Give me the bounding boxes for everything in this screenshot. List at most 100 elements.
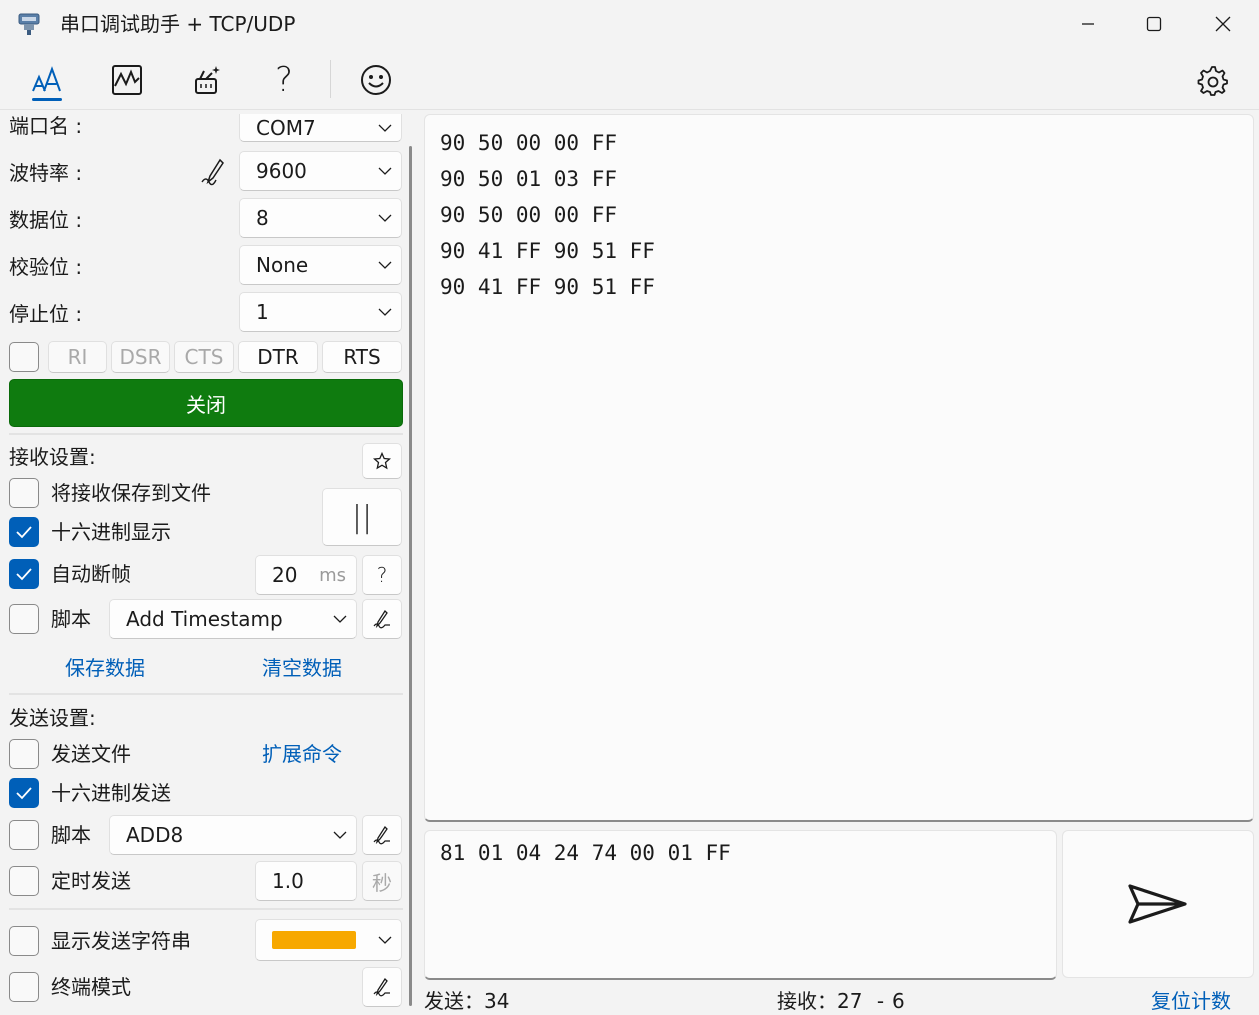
timed-interval-value: 1.0 xyxy=(272,869,304,893)
serial-port-app-icon xyxy=(18,12,40,36)
help-icon: ? xyxy=(376,563,388,587)
help-icon: ? xyxy=(274,60,294,100)
section-divider xyxy=(9,693,403,695)
signal-ri: RI xyxy=(48,341,107,373)
signal-dtr-button[interactable]: DTR xyxy=(238,341,318,373)
receive-log[interactable]: 90 50 00 00 FF 90 50 01 03 FF 90 50 00 0… xyxy=(424,114,1254,822)
save-to-file-checkbox[interactable] xyxy=(9,478,39,508)
window-title: 串口调试助手 + TCP/UDP xyxy=(60,12,296,36)
gear-icon xyxy=(1197,66,1228,96)
waveform-button[interactable] xyxy=(105,58,149,102)
help-button[interactable]: ? xyxy=(262,58,306,102)
frame-interval-input[interactable]: 20 ms xyxy=(255,555,357,595)
color-swatch xyxy=(272,931,356,949)
toolbar-separator xyxy=(330,60,331,98)
settings-button[interactable] xyxy=(1190,58,1234,102)
frame-help-button[interactable]: ? xyxy=(362,555,402,595)
minimize-icon xyxy=(1082,23,1094,25)
log-line: 90 50 00 00 FF xyxy=(440,203,618,227)
checkmark-icon xyxy=(16,568,32,581)
send-script-checkbox[interactable] xyxy=(9,820,39,850)
signal-checkbox[interactable] xyxy=(9,342,39,372)
save-to-file-label: 将接收保存到文件 xyxy=(51,481,211,505)
hex-send-label: 十六进制发送 xyxy=(51,781,171,805)
close-icon xyxy=(1215,16,1231,32)
stopbits-select[interactable]: 1 xyxy=(239,292,402,332)
frame-interval-unit: ms xyxy=(319,564,346,586)
signal-dsr: DSR xyxy=(111,341,170,373)
sent-value: 34 xyxy=(484,989,510,1013)
close-window-button[interactable] xyxy=(1200,0,1246,48)
feedback-button[interactable] xyxy=(354,58,398,102)
recv-frames: 6 xyxy=(892,989,905,1013)
pause-button[interactable]: || xyxy=(322,488,402,546)
hex-display-checkbox[interactable] xyxy=(9,517,39,547)
send-script-label: 脚本 xyxy=(51,823,91,847)
send-file-label: 发送文件 xyxy=(51,742,131,766)
port-select[interactable]: COM7 xyxy=(239,114,402,142)
maximize-icon xyxy=(1146,16,1162,32)
frame-interval-value: 20 xyxy=(272,563,298,587)
port-label: 端口名 : xyxy=(9,114,83,138)
parity-label: 校验位 : xyxy=(9,255,83,279)
clear-data-link[interactable]: 清空数据 xyxy=(262,655,342,681)
parity-value: None xyxy=(256,253,309,277)
favorite-button[interactable] xyxy=(362,443,402,479)
terminal-mode-checkbox[interactable] xyxy=(9,972,39,1002)
tools-button[interactable] xyxy=(185,58,229,102)
send-file-checkbox[interactable] xyxy=(9,739,39,769)
sent-count: 发送：34 xyxy=(424,988,509,1014)
parity-select[interactable]: None xyxy=(239,245,402,285)
signal-rts-button[interactable]: RTS xyxy=(322,341,402,373)
databits-select[interactable]: 8 xyxy=(239,198,402,238)
signal-cts: CTS xyxy=(174,341,234,373)
chevron-down-icon xyxy=(369,920,401,960)
extended-commands-link[interactable]: 扩展命令 xyxy=(262,741,342,767)
stopbits-label: 停止位 : xyxy=(9,302,83,326)
close-port-button[interactable]: 关闭 xyxy=(9,379,403,427)
edit-receive-script-button[interactable] xyxy=(362,599,402,639)
databits-value: 8 xyxy=(256,206,269,230)
chevron-down-icon xyxy=(369,246,401,284)
auto-frame-checkbox[interactable] xyxy=(9,559,39,589)
edit-terminal-button[interactable] xyxy=(362,967,402,1007)
maximize-button[interactable] xyxy=(1131,0,1177,48)
show-send-string-checkbox[interactable] xyxy=(9,926,39,956)
hex-send-checkbox[interactable] xyxy=(9,778,39,808)
baud-value: 9600 xyxy=(256,159,307,183)
chevron-down-icon xyxy=(369,293,401,331)
send-input[interactable]: 81 01 04 24 74 00 01 FF xyxy=(424,830,1057,980)
receive-settings-header: 接收设置: xyxy=(9,445,96,469)
baud-edit-button[interactable] xyxy=(200,158,226,190)
font-style-button[interactable] xyxy=(25,58,69,102)
reset-counts-link[interactable]: 复位计数 xyxy=(1151,988,1231,1014)
recv-label: 接收： xyxy=(777,989,837,1013)
checkmark-icon xyxy=(16,526,32,539)
magic-tools-icon xyxy=(195,66,220,94)
send-arrow-icon xyxy=(1128,884,1187,924)
hex-display-label: 十六进制显示 xyxy=(51,520,171,544)
timed-interval-input[interactable]: 1.0 xyxy=(255,861,357,901)
send-settings-header: 发送设置: xyxy=(9,706,96,730)
baud-select[interactable]: 9600 xyxy=(239,151,402,191)
receive-script-checkbox[interactable] xyxy=(9,604,39,634)
timed-send-checkbox[interactable] xyxy=(9,866,39,896)
edit-send-script-button[interactable] xyxy=(362,815,402,855)
signature-pen-icon xyxy=(373,977,390,997)
send-script-select[interactable]: ADD8 xyxy=(109,815,357,855)
chevron-down-icon xyxy=(369,114,401,141)
recv-value: 27 xyxy=(837,989,863,1013)
font-style-icon xyxy=(32,66,61,92)
save-data-link[interactable]: 保存数据 xyxy=(65,655,145,681)
receive-script-select[interactable]: Add Timestamp xyxy=(109,599,357,639)
send-button[interactable] xyxy=(1062,830,1254,978)
left-panel-scrollbar[interactable] xyxy=(409,146,412,1006)
chevron-down-icon xyxy=(369,152,401,190)
checkmark-icon xyxy=(16,787,32,800)
timed-unit: 秒 xyxy=(362,861,402,901)
pause-icon: || xyxy=(351,499,373,535)
minimize-button[interactable] xyxy=(1065,0,1111,48)
send-color-picker[interactable] xyxy=(255,919,402,961)
timed-send-label: 定时发送 xyxy=(51,869,131,893)
receive-script-value: Add Timestamp xyxy=(126,607,283,631)
